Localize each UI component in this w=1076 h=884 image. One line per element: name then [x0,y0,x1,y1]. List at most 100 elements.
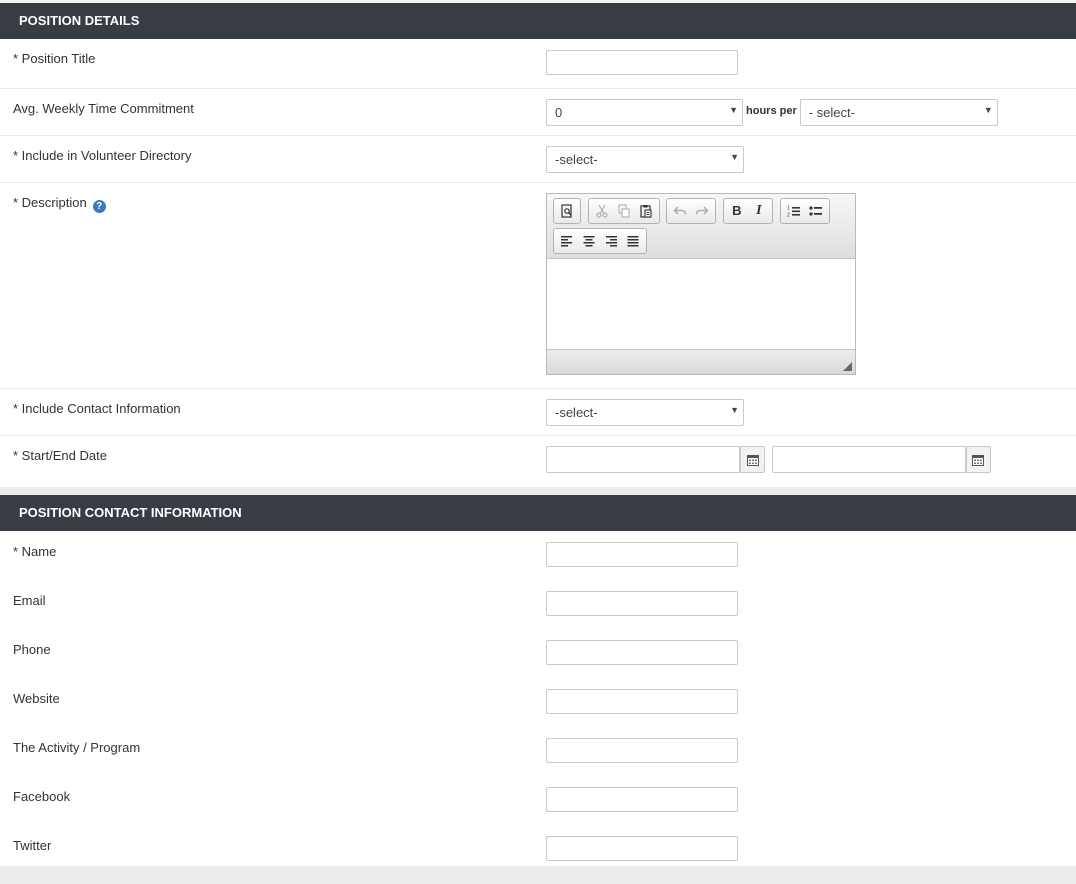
toolbar-row-2 [553,228,849,255]
editor-status-bar [547,349,855,374]
contact-facebook-input[interactable] [546,787,738,812]
bold-button[interactable]: B [726,199,748,223]
hours-per-label: hours per [746,105,797,117]
toolbar-group-history [666,198,717,224]
preview-icon[interactable] [556,199,578,223]
rich-text-editor: BI 12 [546,193,856,375]
contact-phone-input[interactable] [546,640,738,665]
calendar-icon[interactable] [740,446,765,473]
contact-name-input[interactable] [546,542,738,567]
align-right-icon[interactable] [600,229,622,253]
period-select[interactable]: - select- ▼ [799,99,998,126]
dates-row: * Start/End Date [0,436,1076,487]
contact-activity-field [546,738,738,763]
undo-icon[interactable] [669,199,691,223]
cut-icon[interactable] [591,199,613,223]
commitment-field: 0 ▼ hours per - select- ▼ [546,99,998,126]
editor-content-area[interactable] [547,259,855,349]
redo-icon[interactable] [691,199,713,223]
contact-website-input[interactable] [546,689,738,714]
toolbar-row-1: BI 12 [553,198,849,225]
commitment-select-value: 0 [555,105,563,120]
position-title-label: * Position Title [13,51,96,66]
contact-website-row: Website [0,678,1076,727]
description-editor-field: BI 12 [546,193,856,375]
toolbar-group-clipboard [587,198,660,224]
position-details-panel: POSITION DETAILS * Position Title Avg. W… [0,3,1076,487]
contact-phone-row: Phone [0,629,1076,678]
contact-phone-label: Phone [13,642,51,657]
directory-label: * Include in Volunteer Directory [13,148,192,163]
italic-button[interactable]: I [748,199,770,223]
numbered-list-icon[interactable]: 12 [783,199,805,223]
contact-name-row: * Name [0,531,1076,580]
commitment-label: Avg. Weekly Time Commitment [13,101,194,116]
dates-field [546,446,991,473]
position-title-row: * Position Title [0,39,1076,89]
contact-include-row: * Include Contact Information -select- ▼ [0,389,1076,436]
start-date-input[interactable] [546,446,740,473]
chevron-down-icon: ▼ [983,105,993,115]
dates-label: * Start/End Date [13,448,107,463]
directory-field: -select- ▼ [546,146,744,173]
commitment-row: Avg. Weekly Time Commitment 0 ▼ hours pe… [0,89,1076,136]
description-label: * Description [13,195,87,210]
position-title-input[interactable] [546,50,738,75]
commitment-select[interactable]: 0 ▼ [546,99,743,126]
description-row: * Description? B I 1 2 [0,183,1076,389]
toolbar-group-lists: 12 [779,198,830,224]
copy-icon[interactable] [613,199,635,223]
contact-include-field: -select- ▼ [546,399,744,426]
contact-twitter-label: Twitter [13,838,52,853]
align-left-icon[interactable] [556,229,578,253]
resize-handle-icon[interactable] [843,362,852,371]
help-icon[interactable]: ? [92,200,106,213]
contact-email-label: Email [13,593,46,608]
svg-text:1: 1 [787,206,790,212]
start-date-picker [546,446,765,473]
toolbar-group-format: BI [722,198,773,224]
contact-email-row: Email [0,580,1076,629]
contact-info-header: POSITION CONTACT INFORMATION [0,495,1076,531]
contact-website-field [546,689,738,714]
contact-email-field [546,591,738,616]
position-title-field [546,50,738,75]
svg-text:2: 2 [787,213,790,219]
contact-twitter-row: Twitter [0,825,1076,866]
bulleted-list-icon[interactable] [805,199,827,223]
editor-toolbar: BI 12 [547,194,855,259]
paste-icon[interactable] [635,199,657,223]
align-justify-icon[interactable] [622,229,644,253]
period-select-value: - select- [808,105,855,120]
align-center-icon[interactable] [578,229,600,253]
contact-include-select-value: -select- [555,405,598,420]
chevron-down-icon: ▼ [729,105,738,115]
contact-phone-field [546,640,738,665]
toolbar-group-preview [553,198,581,224]
contact-twitter-input[interactable] [546,836,738,861]
contact-website-label: Website [13,691,60,706]
contact-name-field [546,542,738,567]
chevron-down-icon: ▼ [730,152,739,162]
position-details-header: POSITION DETAILS [0,3,1076,39]
toolbar-group-align [553,228,647,254]
directory-select-value: -select- [555,152,598,167]
end-date-input[interactable] [771,446,966,473]
contact-facebook-label: Facebook [13,789,71,804]
contact-email-input[interactable] [546,591,738,616]
end-date-picker [771,446,991,473]
panel-gap [0,487,1076,495]
contact-activity-row: The Activity / Program [0,727,1076,776]
contact-activity-input[interactable] [546,738,738,763]
contact-activity-label: The Activity / Program [13,740,141,755]
contact-name-label: * Name [13,544,57,559]
chevron-down-icon: ▼ [730,405,739,415]
contact-include-select[interactable]: -select- ▼ [546,399,744,426]
directory-row: * Include in Volunteer Directory -select… [0,136,1076,183]
contact-facebook-row: Facebook [0,776,1076,825]
calendar-icon[interactable] [965,446,991,473]
contact-facebook-field [546,787,738,812]
directory-select[interactable]: -select- ▼ [546,146,744,173]
contact-info-panel: POSITION CONTACT INFORMATION * Name Emai… [0,495,1076,866]
contact-include-label: * Include Contact Information [13,401,181,416]
